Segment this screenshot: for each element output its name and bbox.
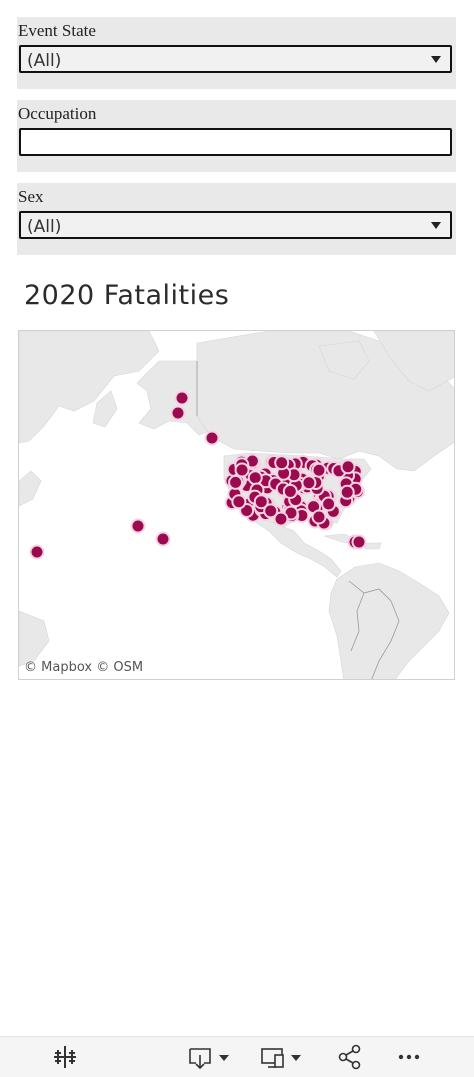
map-title: 2020 Fatalities — [24, 280, 230, 311]
sex-dropdown[interactable]: (All) — [19, 211, 452, 239]
map-canvas[interactable] — [19, 331, 455, 680]
fatality-marker[interactable] — [247, 470, 263, 486]
chevron-down-icon — [431, 222, 441, 229]
fatality-marker[interactable] — [274, 455, 290, 471]
download-icon — [189, 1048, 229, 1070]
filter-occupation: Occupation — [17, 100, 456, 172]
fatality-marker[interactable] — [130, 518, 146, 534]
fatality-marker[interactable] — [351, 534, 367, 550]
share-button[interactable] — [336, 1043, 364, 1071]
filter-sex: Sex (All) — [17, 183, 456, 255]
fatality-marker[interactable] — [155, 531, 171, 547]
sex-value: (All) — [27, 217, 62, 237]
device-preview-icon — [261, 1048, 301, 1068]
more-icon — [398, 1054, 420, 1060]
download-button[interactable] — [186, 1043, 234, 1071]
fatality-marker[interactable] — [174, 390, 190, 406]
fatality-marker[interactable] — [234, 462, 250, 478]
fatality-marker[interactable] — [228, 474, 244, 490]
fatality-marker[interactable] — [231, 494, 247, 510]
land-hispaniola — [364, 542, 382, 550]
filter-label-sex: Sex — [18, 187, 44, 206]
device-preview-button[interactable] — [258, 1043, 306, 1071]
event-state-dropdown[interactable]: (All) — [19, 45, 452, 73]
fatality-marker[interactable] — [29, 544, 45, 560]
chevron-down-icon — [431, 56, 441, 63]
tableau-logo-icon[interactable] — [50, 1043, 80, 1071]
more-button[interactable] — [396, 1043, 424, 1071]
fatality-marker[interactable] — [273, 511, 289, 527]
fatality-marker[interactable] — [321, 496, 337, 512]
filter-event-state: Event State (All) — [17, 17, 456, 89]
fatality-marker[interactable] — [282, 483, 298, 499]
fatality-marker[interactable] — [311, 462, 327, 478]
occupation-input[interactable] — [19, 128, 452, 156]
map-attribution: © Mapbox © OSM — [24, 660, 144, 675]
share-icon — [338, 1044, 361, 1070]
fatality-marker[interactable] — [339, 484, 355, 500]
fatality-marker[interactable] — [340, 459, 356, 475]
fatality-marker[interactable] — [301, 475, 317, 491]
map-view[interactable]: © Mapbox © OSM — [18, 330, 455, 680]
event-state-value: (All) — [27, 51, 62, 71]
bottom-toolbar — [0, 1036, 474, 1077]
filter-label-occupation: Occupation — [18, 104, 97, 123]
filter-label-event-state: Event State — [18, 21, 96, 40]
fatality-marker[interactable] — [311, 509, 327, 525]
fatality-marker[interactable] — [170, 405, 186, 421]
fatality-marker[interactable] — [204, 430, 220, 446]
